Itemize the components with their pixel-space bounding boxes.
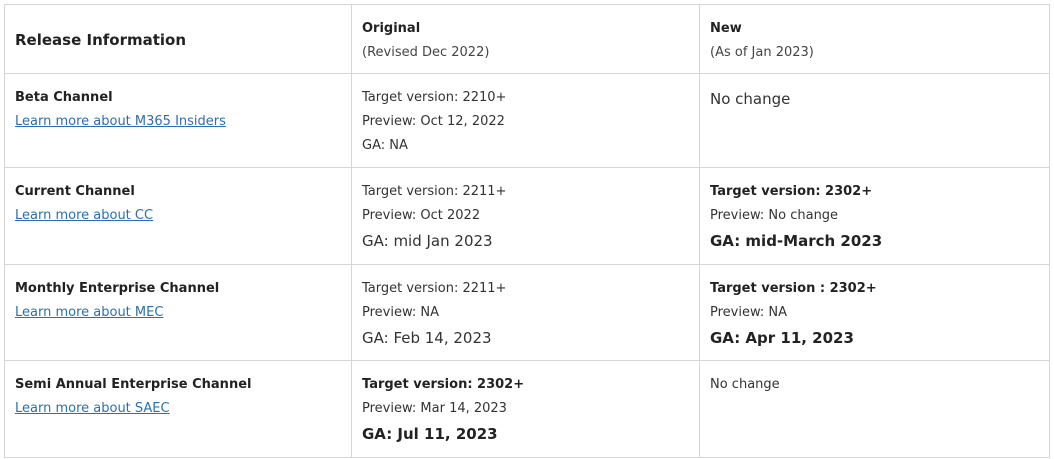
header-col2-sub: (Revised Dec 2022) bbox=[362, 45, 490, 60]
original-cell: Target version: 2302+ Preview: Mar 14, 2… bbox=[351, 360, 700, 458]
new-no-change: No change bbox=[710, 90, 791, 108]
original-target: Target version: 2210+ bbox=[362, 90, 507, 105]
new-target: Target version : 2302+ bbox=[710, 281, 877, 296]
header-col3-title: New bbox=[710, 21, 742, 36]
new-preview: Preview: NA bbox=[710, 305, 788, 320]
new-cell: Target version: 2302+ Preview: No change… bbox=[699, 167, 1050, 265]
release-table: Release Information Original (Revised De… bbox=[4, 4, 1050, 458]
new-cell: No change bbox=[699, 360, 1050, 458]
header-original: Original (Revised Dec 2022) bbox=[351, 4, 700, 74]
channel-cell: Semi Annual Enterprise Channel Learn mor… bbox=[4, 360, 352, 458]
table-row: Beta Channel Learn more about M365 Insid… bbox=[4, 73, 1050, 168]
original-preview: Preview: NA bbox=[362, 305, 440, 320]
original-preview: Preview: Oct 12, 2022 bbox=[362, 114, 505, 129]
channel-name: Monthly Enterprise Channel bbox=[15, 281, 220, 296]
original-preview: Preview: Mar 14, 2023 bbox=[362, 401, 507, 416]
new-ga: GA: Apr 11, 2023 bbox=[710, 329, 854, 347]
new-cell: No change bbox=[699, 73, 1050, 168]
original-cell: Target version: 2210+ Preview: Oct 12, 2… bbox=[351, 73, 700, 168]
original-ga: GA: mid Jan 2023 bbox=[362, 232, 493, 250]
original-cell: Target version: 2211+ Preview: Oct 2022 … bbox=[351, 167, 700, 265]
original-target: Target version: 2211+ bbox=[362, 281, 507, 296]
original-preview: Preview: Oct 2022 bbox=[362, 208, 481, 223]
original-ga: GA: Jul 11, 2023 bbox=[362, 425, 498, 443]
header-col1-label: Release Information bbox=[15, 31, 187, 49]
learn-more-link[interactable]: Learn more about M365 Insiders bbox=[15, 114, 226, 129]
new-no-change: No change bbox=[710, 377, 780, 392]
learn-more-link[interactable]: Learn more about CC bbox=[15, 208, 153, 223]
table-row: Semi Annual Enterprise Channel Learn mor… bbox=[4, 360, 1050, 458]
table-row: Monthly Enterprise Channel Learn more ab… bbox=[4, 264, 1050, 361]
channel-name: Semi Annual Enterprise Channel bbox=[15, 377, 252, 392]
channel-cell: Current Channel Learn more about CC bbox=[4, 167, 352, 265]
new-preview: Preview: No change bbox=[710, 208, 839, 223]
new-target: Target version: 2302+ bbox=[710, 184, 873, 199]
header-row: Release Information Original (Revised De… bbox=[4, 4, 1050, 74]
new-cell: Target version : 2302+ Preview: NA GA: A… bbox=[699, 264, 1050, 361]
original-target: Target version: 2211+ bbox=[362, 184, 507, 199]
original-cell: Target version: 2211+ Preview: NA GA: Fe… bbox=[351, 264, 700, 361]
channel-name: Beta Channel bbox=[15, 90, 113, 105]
header-col3-sub: (As of Jan 2023) bbox=[710, 45, 814, 60]
original-ga: GA: NA bbox=[362, 138, 408, 153]
header-col2-title: Original bbox=[362, 21, 421, 36]
original-target: Target version: 2302+ bbox=[362, 377, 525, 392]
header-new: New (As of Jan 2023) bbox=[699, 4, 1050, 74]
header-release-info: Release Information bbox=[4, 4, 352, 74]
new-ga: GA: mid-March 2023 bbox=[710, 232, 883, 250]
channel-name: Current Channel bbox=[15, 184, 135, 199]
learn-more-link[interactable]: Learn more about SAEC bbox=[15, 401, 170, 416]
channel-cell: Beta Channel Learn more about M365 Insid… bbox=[4, 73, 352, 168]
original-ga: GA: Feb 14, 2023 bbox=[362, 329, 492, 347]
table-row: Current Channel Learn more about CC Targ… bbox=[4, 167, 1050, 265]
channel-cell: Monthly Enterprise Channel Learn more ab… bbox=[4, 264, 352, 361]
learn-more-link[interactable]: Learn more about MEC bbox=[15, 305, 163, 320]
